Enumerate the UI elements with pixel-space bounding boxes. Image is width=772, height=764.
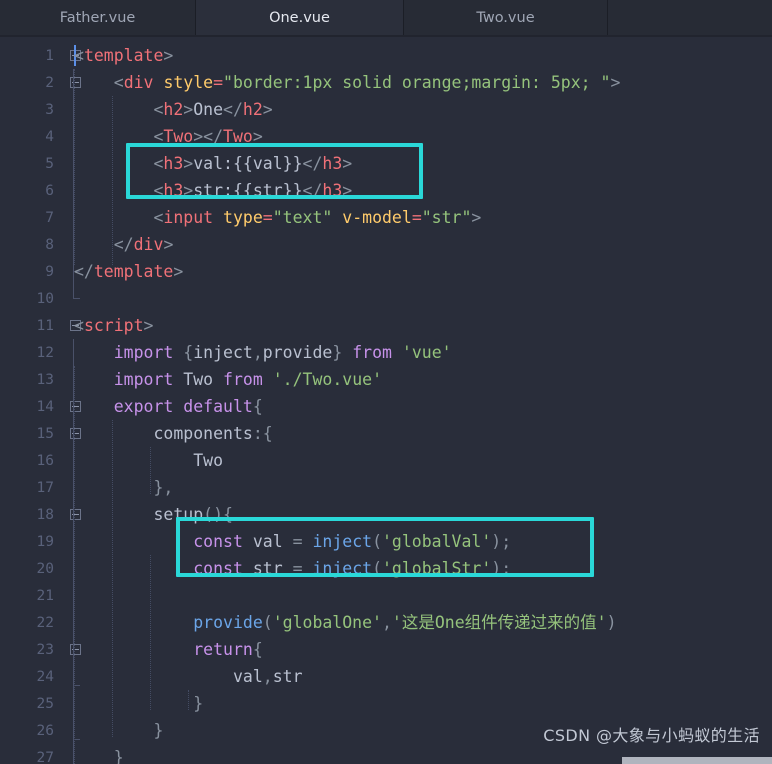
gutter-row: 22 xyxy=(0,609,60,636)
line-number: 3 xyxy=(45,101,54,118)
line-number: 13 xyxy=(36,371,54,388)
gutter-row: 26 xyxy=(0,717,60,744)
code-line[interactable]: Two xyxy=(60,447,772,474)
gutter-row: 9 xyxy=(0,258,60,285)
code-line[interactable]: import Two from './Two.vue' xyxy=(60,366,772,393)
line-number: 22 xyxy=(36,614,54,631)
line-number: 7 xyxy=(45,209,54,226)
code-line[interactable]: return{ xyxy=(60,636,772,663)
line-number: 10 xyxy=(36,290,54,307)
gutter-row: 3 xyxy=(0,96,60,123)
gutter-row: 25 xyxy=(0,690,60,717)
code-content[interactable]: <template> <div style="border:1px solid … xyxy=(60,37,772,764)
gutter-row: 27 xyxy=(0,744,60,764)
gutter-row: 24 xyxy=(0,663,60,690)
line-number: 24 xyxy=(36,668,54,685)
editor-tab-bar: Father.vue One.vue Two.vue xyxy=(0,0,772,35)
gutter-row: 18 xyxy=(0,501,81,528)
code-line[interactable]: <template> xyxy=(60,42,772,69)
gutter-row: 21 xyxy=(0,582,60,609)
watermark-badge xyxy=(622,757,772,764)
line-number: 21 xyxy=(36,587,54,604)
line-number: 6 xyxy=(45,182,54,199)
code-line[interactable]: </div> xyxy=(60,231,772,258)
line-number: 17 xyxy=(36,479,54,496)
gutter-row: 6 xyxy=(0,177,60,204)
code-line[interactable]: <input type="text" v-model="str"> xyxy=(60,204,772,231)
code-line[interactable]: import {inject,provide} from 'vue' xyxy=(60,339,772,366)
code-line[interactable]: <h3>val:{{val}}</h3> xyxy=(60,150,772,177)
line-number: 19 xyxy=(36,533,54,550)
tab-label: One.vue xyxy=(269,9,330,26)
gutter-row: 23 xyxy=(0,636,81,663)
line-number: 16 xyxy=(36,452,54,469)
code-line[interactable]: <script> xyxy=(60,312,772,339)
gutter-row: 17 xyxy=(0,474,60,501)
gutter-row: 2 xyxy=(0,69,81,96)
line-number: 8 xyxy=(45,236,54,253)
gutter-row: 19 xyxy=(0,528,60,555)
gutter-row: 14 xyxy=(0,393,81,420)
code-line[interactable]: components:{ xyxy=(60,420,772,447)
gutter-row: 10 xyxy=(0,285,60,312)
csdn-watermark: CSDN @大象与小蚂蚁的生活 xyxy=(543,726,760,745)
line-number: 2 xyxy=(45,74,54,91)
editor-gutter[interactable]: 1 2 3 4 5 6 7 8 9 10 11 12 13 14 15 16 1… xyxy=(0,37,81,764)
tab-bar-filler xyxy=(608,0,772,35)
gutter-row: 16 xyxy=(0,447,60,474)
gutter-row: 4 xyxy=(0,123,60,150)
line-number: 25 xyxy=(36,695,54,712)
gutter-row: 8 xyxy=(0,231,60,258)
line-number: 27 xyxy=(36,749,54,764)
code-editor[interactable]: 1 2 3 4 5 6 7 8 9 10 11 12 13 14 15 16 1… xyxy=(0,37,772,764)
gutter-row: 11 xyxy=(0,312,81,339)
gutter-row: 5 xyxy=(0,150,60,177)
tab-one-vue[interactable]: One.vue xyxy=(196,0,404,35)
gutter-row: 20 xyxy=(0,555,60,582)
code-line[interactable]: <Two></Two> xyxy=(60,123,772,150)
code-line[interactable]: } xyxy=(60,690,772,717)
gutter-row: 13 xyxy=(0,366,60,393)
code-line[interactable]: export default{ xyxy=(60,393,772,420)
gutter-row: 15 xyxy=(0,420,81,447)
code-line[interactable]: const val = inject('globalVal'); xyxy=(60,528,772,555)
line-number: 4 xyxy=(45,128,54,145)
code-line[interactable]: <h3>str:{{str}}</h3> xyxy=(60,177,772,204)
tab-father-vue[interactable]: Father.vue xyxy=(0,0,196,35)
line-number: 5 xyxy=(45,155,54,172)
line-number: 14 xyxy=(36,398,54,415)
line-number: 26 xyxy=(36,722,54,739)
code-line[interactable]: const str = inject('globalStr'); xyxy=(60,555,772,582)
line-number: 15 xyxy=(36,425,54,442)
gutter-row: 1 xyxy=(0,42,81,69)
code-line[interactable]: provide('globalOne','这是One组件传递过来的值') xyxy=(60,609,772,636)
gutter-row: 7 xyxy=(0,204,60,231)
line-number: 1 xyxy=(45,47,54,64)
line-number: 18 xyxy=(36,506,54,523)
line-number: 20 xyxy=(36,560,54,577)
code-line[interactable]: <div style="border:1px solid orange;marg… xyxy=(60,69,772,96)
tab-label: Father.vue xyxy=(59,9,136,26)
code-line[interactable]: }, xyxy=(60,474,772,501)
line-number: 11 xyxy=(36,317,54,334)
code-line[interactable] xyxy=(60,285,772,312)
code-editor-window: Father.vue One.vue Two.vue 1 2 3 4 5 6 7… xyxy=(0,0,772,764)
code-line[interactable]: val,str xyxy=(60,663,772,690)
tab-label: Two.vue xyxy=(476,9,535,26)
line-number: 12 xyxy=(36,344,54,361)
line-number: 23 xyxy=(36,641,54,658)
code-line[interactable]: </template> xyxy=(60,258,772,285)
code-line[interactable] xyxy=(60,582,772,609)
tab-two-vue[interactable]: Two.vue xyxy=(404,0,608,35)
line-number: 9 xyxy=(45,263,54,280)
code-line[interactable]: <h2>One</h2> xyxy=(60,96,772,123)
gutter-row: 12 xyxy=(0,339,60,366)
code-line[interactable]: setup(){ xyxy=(60,501,772,528)
